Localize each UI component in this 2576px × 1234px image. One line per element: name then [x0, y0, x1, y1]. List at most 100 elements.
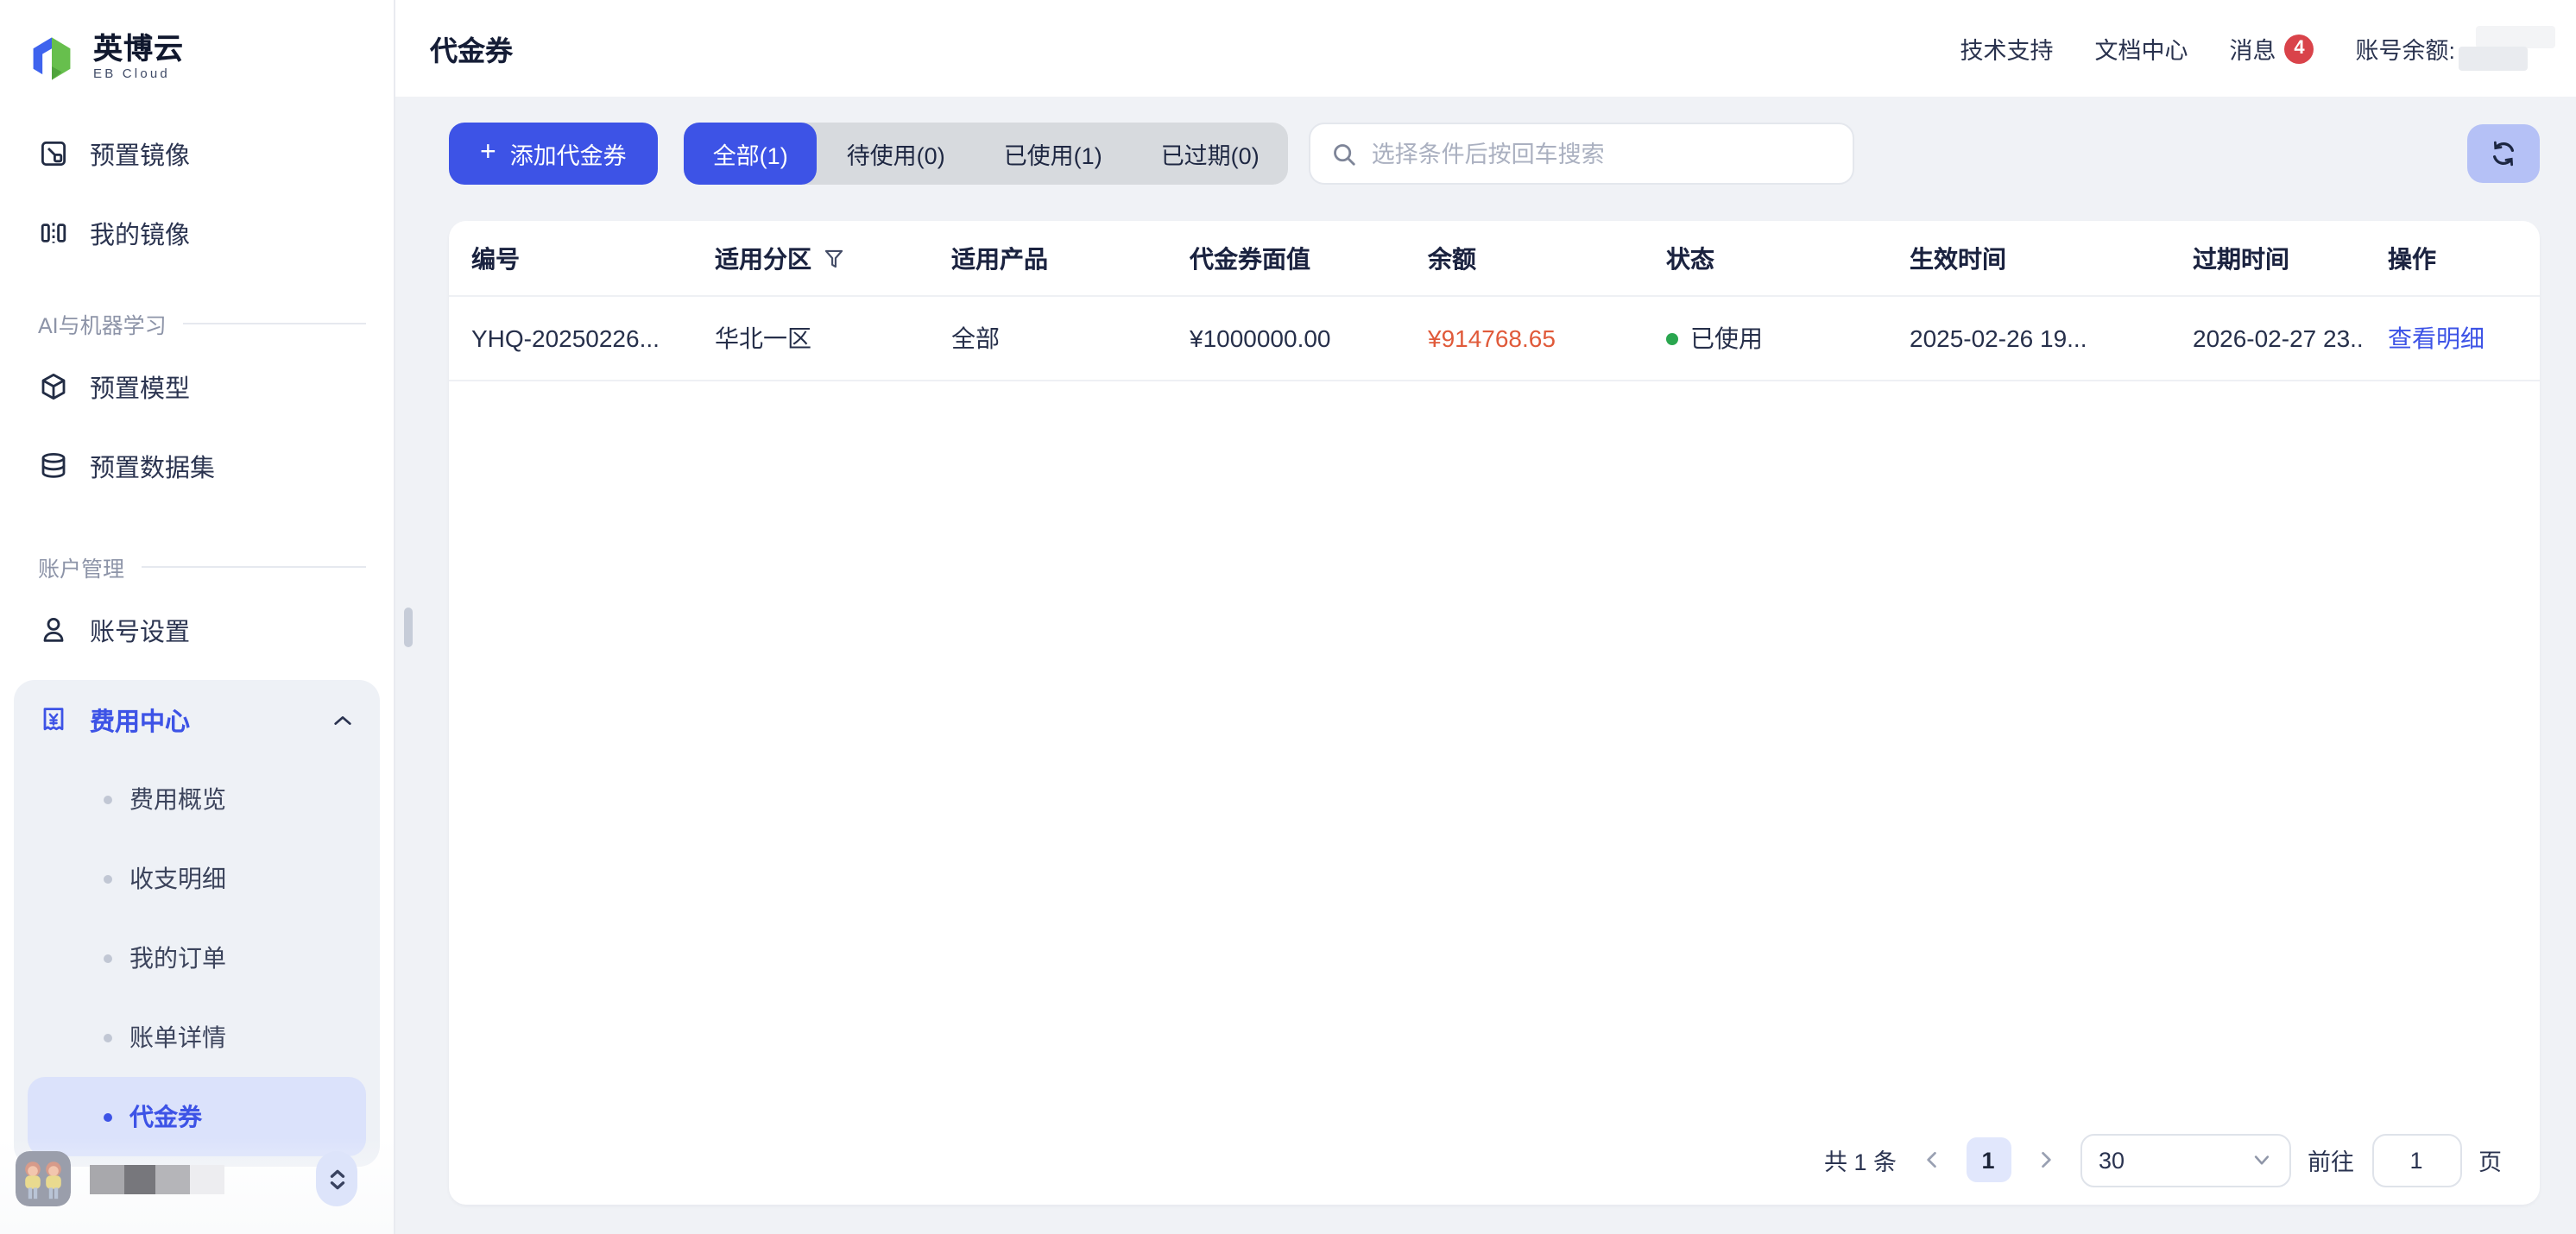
col-id: 编号: [449, 241, 692, 275]
col-actions: 操作: [2365, 241, 2540, 275]
sidebar-item-label: 费用中心: [90, 702, 309, 738]
cell-status: 已使用: [1644, 321, 1887, 356]
chevron-left-icon: [1921, 1149, 1941, 1170]
filter-icon[interactable]: [822, 246, 846, 270]
sidebar-group-billing: 费用中心 费用概览 收支明细 我的订单: [14, 680, 380, 1167]
cell-end-time: 2026-02-27 23...: [2170, 324, 2365, 352]
voucher-console-app: 英博云 EB Cloud 预置镜像 我的镜像: [0, 0, 2576, 1234]
sidebar-item-label: 账单详情: [129, 1020, 226, 1055]
table-row: YHQ-20250226... 华北一区 全部 ¥1000000.00 ¥914…: [449, 297, 2540, 381]
voucher-table: 编号 适用分区 适用产品 代金券面值 余额 状态: [449, 221, 2540, 381]
sidebar-nav: 预置镜像 我的镜像 AI与机器学习 预置模型: [0, 114, 394, 1167]
sidebar-item-my-images[interactable]: 我的镜像: [0, 193, 394, 273]
unfold-chevrons-icon: [325, 1164, 348, 1193]
receipt-yuan-icon: [38, 704, 69, 735]
col-start-time: 生效时间: [1887, 241, 2170, 275]
section-label: AI与机器学习: [38, 307, 167, 340]
prev-page-button[interactable]: [1914, 1137, 1948, 1182]
sidebar-item-preset-images[interactable]: 预置镜像: [0, 114, 394, 193]
user-area: [0, 1137, 394, 1234]
view-details-link[interactable]: 查看明细: [2388, 324, 2484, 352]
sidebar-item-label: 代金券: [129, 1099, 202, 1134]
account-balance: 账号余额:: [2355, 24, 2555, 72]
messages-badge: 4: [2284, 34, 2314, 63]
col-face-value: 代金券面值: [1167, 241, 1405, 275]
sidebar-item-label: 我的镜像: [90, 215, 190, 251]
sidebar-item-label: 预置模型: [90, 368, 190, 405]
docs-link[interactable]: 文档中心: [2094, 31, 2188, 66]
avatar[interactable]: [16, 1151, 71, 1206]
status-filter-tabs: 全部(1) 待使用(0) 已使用(1) 已过期(0): [684, 123, 1289, 185]
bullet-icon: [104, 874, 112, 883]
brand-logo-row[interactable]: 英博云 EB Cloud: [0, 0, 394, 93]
chevron-down-icon: [2251, 1149, 2271, 1170]
brand-name: 英博云: [93, 35, 184, 65]
bullet-icon: [104, 1112, 112, 1121]
page-title: 代金券: [430, 28, 513, 69]
plus-icon: +: [480, 139, 496, 167]
sidebar-item-account-settings[interactable]: 账号设置: [0, 590, 394, 670]
sidebar: 英博云 EB Cloud 预置镜像 我的镜像: [0, 0, 395, 1234]
sidebar-item-income-expense[interactable]: 收支明细: [28, 839, 366, 918]
cell-zone: 华北一区: [692, 321, 929, 356]
tab-used[interactable]: 已使用(1): [975, 123, 1132, 185]
section-label: 账户管理: [38, 551, 124, 583]
page-unit-label: 页: [2478, 1143, 2502, 1177]
col-status: 状态: [1644, 241, 1887, 275]
voucher-table-card: 编号 适用分区 适用产品 代金券面值 余额 状态: [449, 221, 2540, 1205]
sidebar-item-preset-datasets[interactable]: 预置数据集: [0, 426, 394, 506]
sidebar-item-my-orders[interactable]: 我的订单: [28, 918, 366, 998]
cell-id: YHQ-20250226...: [449, 324, 692, 352]
scrollbar-thumb[interactable]: [404, 608, 413, 647]
section-divider: [142, 566, 366, 568]
sidebar-section-account: 账户管理: [38, 551, 366, 583]
chevron-up-icon: [330, 707, 356, 733]
sidebar-item-bill-details[interactable]: 账单详情: [28, 998, 366, 1077]
my-image-icon: [38, 217, 69, 249]
sidebar-item-preset-models[interactable]: 预置模型: [0, 347, 394, 426]
sidebar-item-label: 预置数据集: [90, 448, 215, 484]
sidebar-item-label: 收支明细: [129, 861, 226, 896]
add-voucher-button[interactable]: + 添加代金券: [449, 123, 658, 185]
bullet-icon: [104, 1033, 112, 1042]
cube-icon: [38, 371, 69, 402]
pagination: 共 1 条 1 30 前往 页: [1824, 1132, 2502, 1187]
sidebar-item-billing-center[interactable]: 费用中心: [14, 680, 380, 759]
cell-face-value: ¥1000000.00: [1167, 324, 1405, 352]
bullet-icon: [104, 795, 112, 803]
search-input[interactable]: [1372, 141, 1833, 167]
cell-balance: ¥914768.65: [1405, 324, 1644, 352]
page-number-button[interactable]: 1: [1966, 1137, 2011, 1182]
support-link[interactable]: 技术支持: [1960, 31, 2053, 66]
tab-unused[interactable]: 待使用(0): [818, 123, 975, 185]
refresh-icon: [2488, 138, 2519, 169]
refresh-button[interactable]: [2467, 124, 2540, 183]
cell-product: 全部: [929, 321, 1167, 356]
account-switcher-button[interactable]: [316, 1151, 357, 1206]
col-zone: 适用分区: [692, 241, 929, 275]
tab-expired[interactable]: 已过期(0): [1132, 123, 1289, 185]
tab-all[interactable]: 全部(1): [684, 123, 818, 185]
total-count: 共 1 条: [1824, 1143, 1897, 1177]
topbar: 代金券 技术支持 文档中心 消息 4 账号余额:: [395, 0, 2576, 97]
col-balance: 余额: [1405, 241, 1644, 275]
status-text: 已使用: [1690, 321, 1763, 356]
page-size-select[interactable]: 30: [2080, 1133, 2290, 1187]
goto-page-input[interactable]: [2371, 1133, 2461, 1187]
sidebar-section-ai: AI与机器学习: [38, 307, 366, 340]
brand-logo-icon: [26, 32, 78, 84]
balance-redacted: [2459, 24, 2555, 72]
cell-start-time: 2025-02-26 19...: [1887, 324, 2170, 352]
next-page-button[interactable]: [2028, 1137, 2062, 1182]
user-icon: [38, 614, 69, 645]
sidebar-item-cost-overview[interactable]: 费用概览: [28, 759, 366, 839]
chevron-right-icon: [2035, 1149, 2055, 1170]
username-redacted: [90, 1164, 316, 1193]
section-divider: [184, 323, 366, 324]
sidebar-item-label: 预置镜像: [90, 135, 190, 172]
database-icon: [38, 450, 69, 482]
messages-link[interactable]: 消息 4: [2229, 31, 2314, 66]
toolbar: + 添加代金券 全部(1) 待使用(0) 已使用(1) 已过期(0): [449, 123, 2540, 185]
brand-subtitle: EB Cloud: [93, 68, 184, 81]
table-header-row: 编号 适用分区 适用产品 代金券面值 余额 状态: [449, 221, 2540, 297]
